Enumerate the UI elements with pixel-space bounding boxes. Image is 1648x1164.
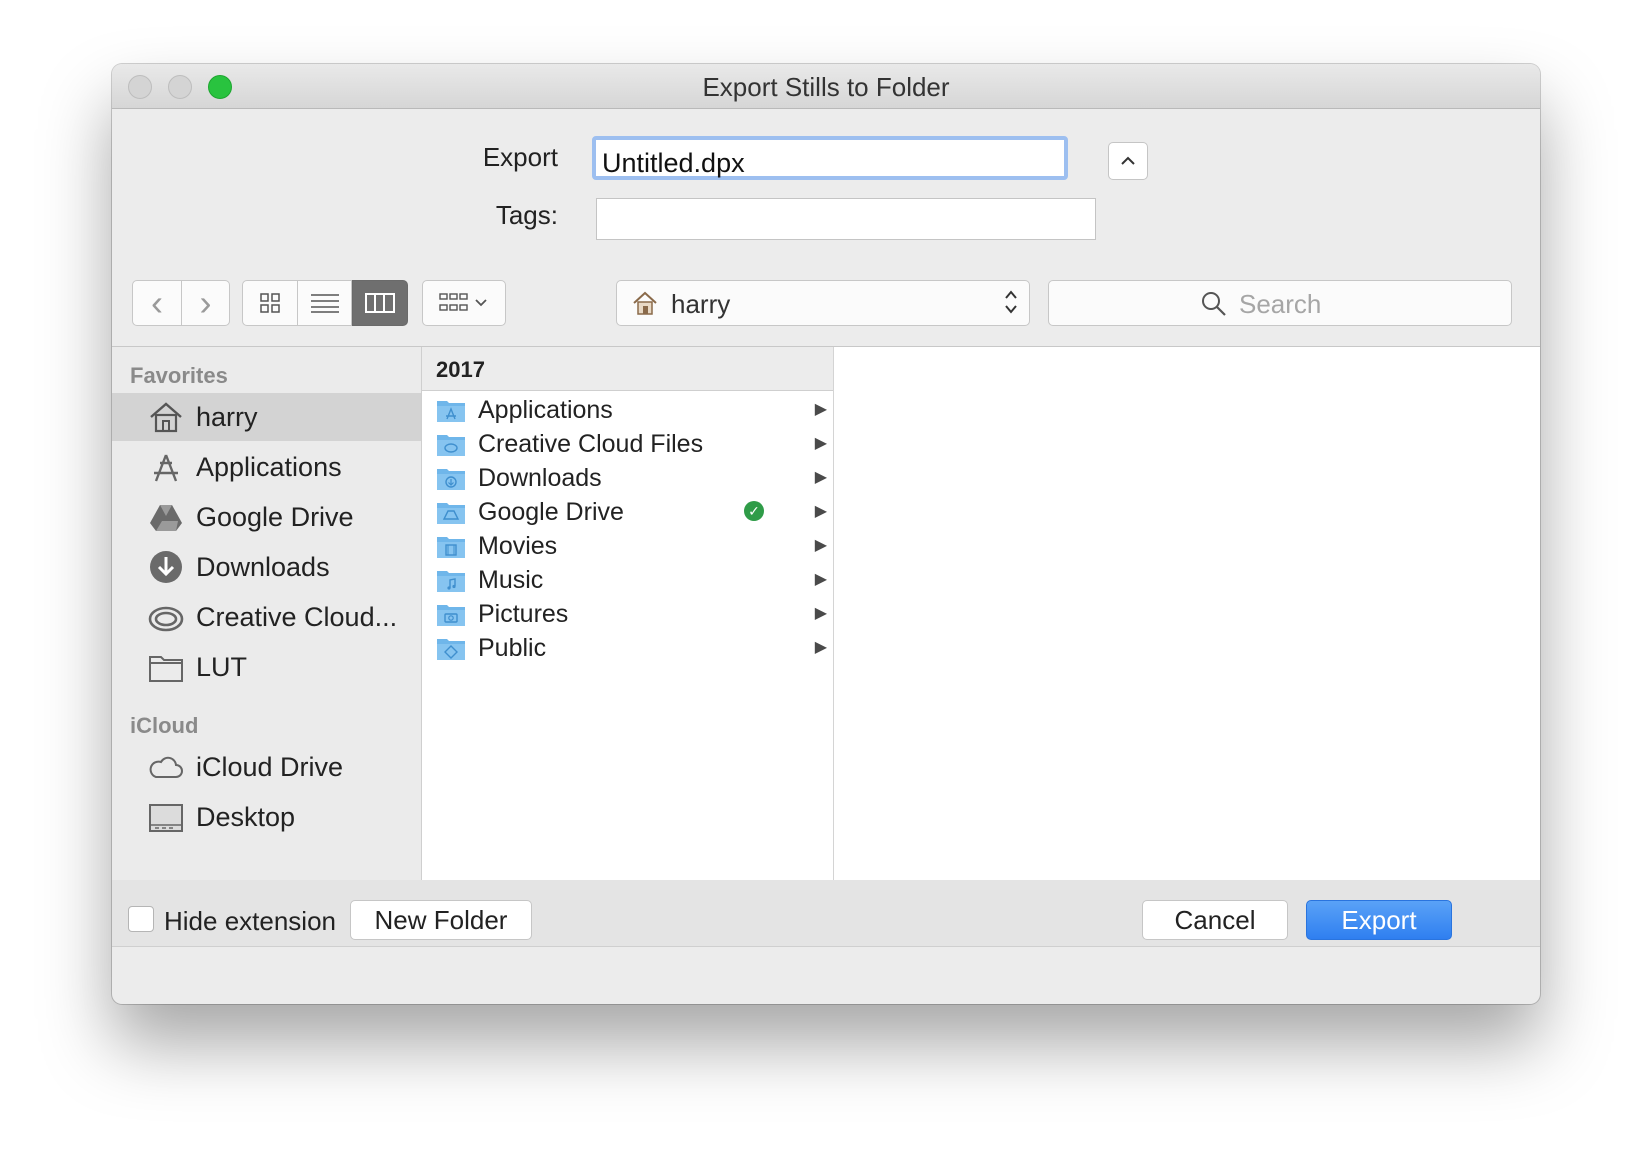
list-item-movies[interactable]: Movies ▶ [422,529,833,565]
creative-cloud-icon [148,606,184,632]
list-view-icon [310,294,339,313]
back-button[interactable]: ‹ [132,280,182,326]
cloud-icon [149,756,183,778]
chevron-up-icon [1121,156,1135,165]
applications-folder-icon [437,401,465,422]
list-item-public[interactable]: Public ▶ [422,631,833,667]
item-label: Downloads [478,464,602,492]
grid-view-icon [260,293,280,313]
disclosure-arrow-icon: ▶ [814,435,827,452]
sidebar-item-label: harry [196,402,258,432]
list-item-downloads[interactable]: Downloads ▶ [422,461,833,497]
export-name-field[interactable]: Untitled.dpx [592,136,1068,180]
cancel-button[interactable]: Cancel [1142,900,1288,940]
icon-view-button[interactable] [242,280,298,326]
arrange-menu-button[interactable] [422,280,506,326]
sidebar: Favorites harry Applications Google Driv… [112,347,422,881]
disclosure-arrow-icon: ▶ [814,605,827,622]
tags-field[interactable] [596,198,1096,240]
item-label: Google Drive [478,498,624,526]
sidebar-section-icloud: iCloud [130,713,199,738]
new-folder-button[interactable]: New Folder [350,900,532,940]
sync-complete-icon: ✓ [744,501,764,521]
google-drive-icon [150,505,182,531]
desktop-icon [149,804,183,832]
sidebar-item-label: Applications [196,452,342,482]
search-icon [1202,292,1226,316]
item-label: Movies [478,532,558,560]
sidebar-item-label: Google Drive [196,502,354,532]
list-item-pictures[interactable]: Pictures ▶ [422,597,833,633]
list-item-google-drive[interactable]: Google Drive ✓ ▶ [422,495,833,531]
export-name-label: Export [482,142,558,172]
disclosure-arrow-icon: ▶ [814,639,827,656]
sidebar-item-label: Downloads [196,552,330,582]
movies-folder-icon [437,537,465,558]
item-label: Pictures [478,600,569,628]
list-item-applications[interactable]: Applications ▶ [422,393,833,429]
search-placeholder: Search [1239,289,1322,319]
google-drive-folder-icon [437,503,465,524]
column-view-icon [365,293,395,313]
sidebar-item-lut[interactable]: LUT [112,643,421,691]
sidebar-item-downloads[interactable]: Downloads [112,543,421,591]
browser-area: Favorites harry Applications Google Driv… [112,346,1540,882]
downloads-icon [150,551,182,583]
column-header: 2017 [422,347,833,391]
sidebar-item-google-drive[interactable]: Google Drive [112,493,421,541]
disclosure-arrow-icon: ▶ [814,571,827,588]
home-icon [150,402,182,433]
sidebar-item-icloud-drive[interactable]: iCloud Drive [112,743,421,791]
collapse-dialog-button[interactable] [1108,142,1148,180]
home-icon [633,291,657,315]
sidebar-item-desktop[interactable]: Desktop [112,793,421,841]
location-popup[interactable]: harry [616,280,1030,326]
sidebar-item-label: Creative Cloud... [196,602,398,632]
list-item-creative-cloud-files[interactable]: Creative Cloud Files ▶ [422,427,833,463]
public-folder-icon [437,639,465,660]
disclosure-arrow-icon: ▶ [814,469,827,486]
column-view-button[interactable] [352,280,408,326]
item-label: Applications [478,396,613,424]
music-folder-icon [437,571,465,592]
arrange-icon [439,293,487,311]
item-label: Creative Cloud Files [478,430,704,458]
browser-column: 2017 Applications ▶ Creative Cloud Files… [422,347,834,881]
sidebar-item-label: Desktop [196,802,296,832]
tags-label: Tags: [495,200,558,230]
chevron-right-icon: › [199,282,212,323]
list-view-button[interactable] [298,280,352,326]
hide-extension-label: Hide extension [164,906,336,936]
window-title: Export Stills to Folder [702,72,950,102]
search-field[interactable]: Search [1048,280,1512,326]
creative-cloud-folder-icon [437,435,465,456]
forward-button[interactable]: › [182,280,230,326]
sidebar-item-creative-cloud[interactable]: Creative Cloud... [112,593,421,641]
list-item-music[interactable]: Music ▶ [422,563,833,599]
sidebar-item-label: iCloud Drive [196,752,344,782]
sidebar-item-label: LUT [196,652,248,682]
chevron-left-icon: ‹ [151,282,163,323]
applications-icon [154,454,178,482]
location-label: harry [671,289,731,319]
sidebar-item-applications[interactable]: Applications [112,443,421,491]
sidebar-section-favorites: Favorites [130,363,228,388]
hide-extension-checkbox[interactable] [128,906,154,932]
disclosure-arrow-icon: ▶ [814,537,827,554]
item-label: Music [478,566,544,594]
empty-browser-column [834,347,1540,881]
sidebar-item-harry[interactable]: harry [112,393,421,441]
title-bar: Export Stills to Folder [112,64,1540,109]
save-dialog: Export Stills to Folder Export Untitled.… [112,64,1540,1004]
disclosure-arrow-icon: ▶ [814,503,827,520]
pictures-folder-icon [437,605,465,626]
export-button[interactable]: Export [1306,900,1452,940]
folder-icon [149,656,183,682]
disclosure-arrow-icon: ▶ [814,401,827,418]
popup-arrows-icon [1003,287,1019,320]
item-label: Public [478,634,547,662]
downloads-folder-icon [437,469,465,490]
